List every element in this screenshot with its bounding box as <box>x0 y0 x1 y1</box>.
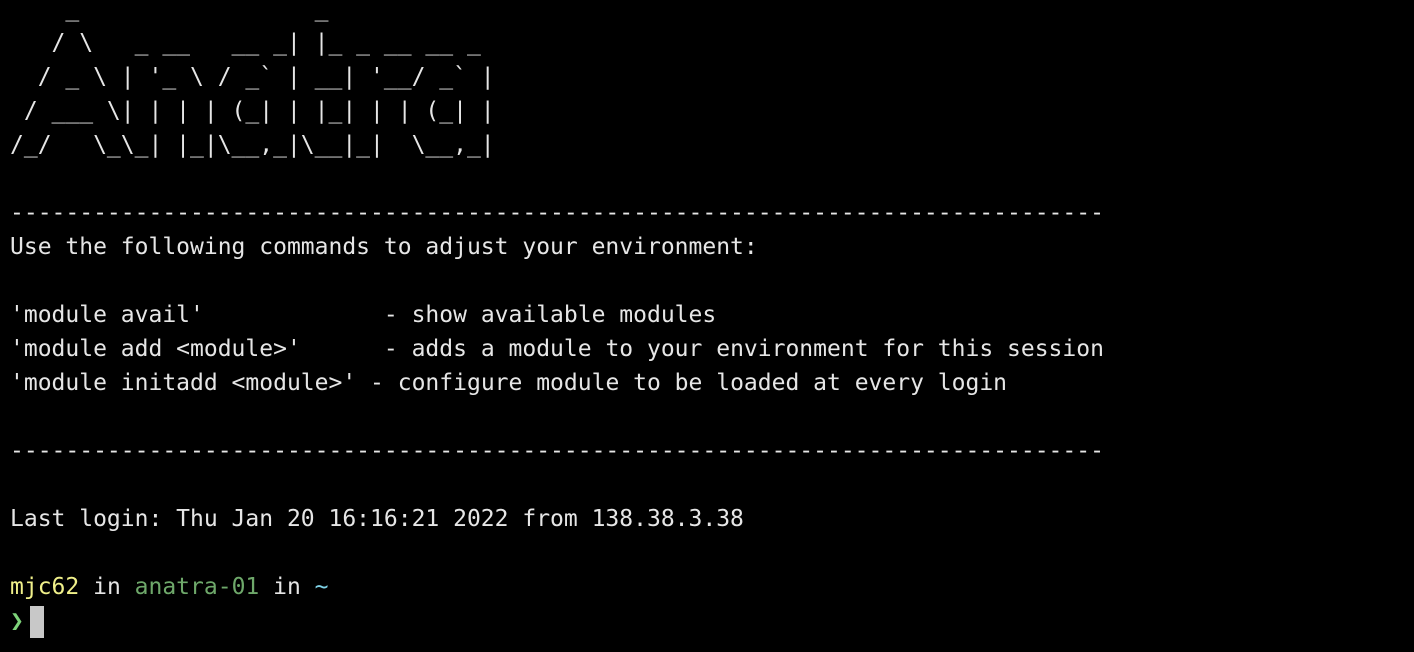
prompt-user: mjc62 <box>10 574 80 600</box>
motd-separator: ----------------------------------------… <box>10 438 1104 464</box>
banner-line: / ___ \| | | | (_| | |_| | | (_| | <box>10 98 495 124</box>
command-description: - show available modules <box>383 302 717 328</box>
command-text: 'module avail' <box>10 302 204 328</box>
command-description: - configure module to be loaded at every… <box>370 370 1008 396</box>
command-description: - adds a module to your environment for … <box>383 336 1104 362</box>
banner-line: / \ _ __ __ _| |_ _ __ __ _ <box>10 30 481 56</box>
ascii-banner: _ _ / \ _ __ __ _| |_ _ __ __ _ / _ \ | … <box>10 0 1404 162</box>
motd-command-row: 'module initadd <module>' - configure mo… <box>10 366 1404 400</box>
prompt-directory: ~ <box>314 574 329 600</box>
motd-separator: ----------------------------------------… <box>10 200 1104 226</box>
prompt-chevron-icon: ❯ <box>10 608 24 634</box>
prompt-info-line: mjc62 in anatra-01 in ~ <box>10 570 1404 604</box>
motd-command-row: 'module avail' - show available modules <box>10 298 1404 332</box>
text-cursor[interactable] <box>29 605 44 638</box>
motd-command-row: 'module add <module>' - adds a module to… <box>10 332 1404 366</box>
command-text: 'module add <module>' <box>10 336 301 362</box>
banner-line: / _ \ | '_ \ / _` | __| '__/ _` | <box>10 64 495 90</box>
prompt-separator: in <box>79 574 135 600</box>
command-input-line[interactable]: ❯ <box>10 604 1404 638</box>
prompt-host: anatra-01 <box>134 574 260 600</box>
banner-line: /_/ \_\_| |_|\__,_|\__|_| \__,_| <box>10 132 495 158</box>
motd-intro: Use the following commands to adjust you… <box>10 234 758 260</box>
prompt-separator: in <box>259 574 315 600</box>
last-login-message: Last login: Thu Jan 20 16:16:21 2022 fro… <box>10 506 744 532</box>
terminal-window[interactable]: _ _ / \ _ __ __ _| |_ _ __ __ _ / _ \ | … <box>0 0 1414 644</box>
banner-line: _ _ <box>10 0 329 22</box>
command-text: 'module initadd <module>' <box>10 370 357 396</box>
